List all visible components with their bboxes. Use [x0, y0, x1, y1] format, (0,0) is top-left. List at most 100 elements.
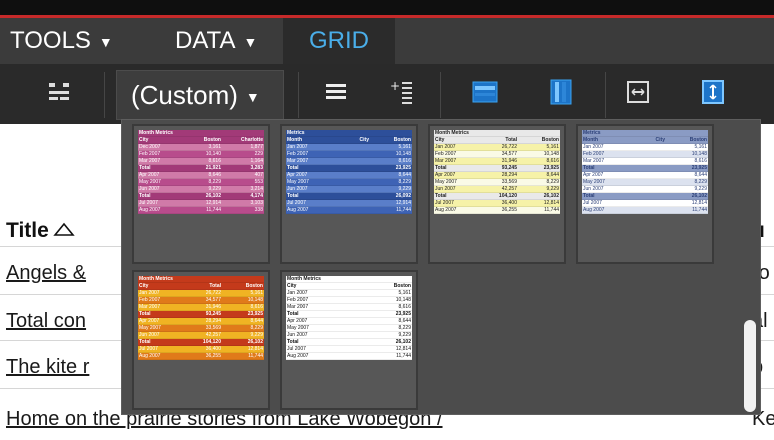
thumbnail-row: Feb 2007 10,148 [286, 151, 412, 158]
thumbnail-cell [624, 179, 666, 185]
thumbnail-row: Month Metrics [434, 130, 560, 137]
thumbnail-cell: May 2007 [287, 325, 309, 331]
thumbnail-cell: Month [583, 137, 598, 143]
thumbnail-cell: 31,946 [501, 158, 517, 164]
thumbnail-cell: Dec 2007 [139, 144, 161, 150]
thumbnail-cell: Apr 2007 [583, 172, 604, 178]
title-link[interactable]: Total con [6, 310, 86, 333]
style-thumbnail-orange[interactable]: Month Metrics City Total Boston Jan 2007 26,7… [132, 270, 270, 410]
thumbnail-cell: Jan 2007 [435, 144, 456, 150]
style-thumbnail-magenta[interactable]: Month Metrics City Boston Charlotte Dec 2007… [132, 124, 270, 264]
thumbnail-cell: 5,161 [546, 144, 559, 150]
thumbnail-cell: Month Metrics [287, 276, 321, 282]
menu-tools[interactable]: TOOLS ▼ [10, 18, 113, 64]
thumbnail-cell: 9,229 [398, 332, 411, 338]
title-link[interactable]: Angels & [6, 262, 86, 285]
thumbnail-cell: 10,148 [395, 151, 411, 157]
thumbnail-cell: Jan 2007 [139, 290, 160, 296]
thumbnail-cell [624, 165, 666, 171]
outline-rows-icon[interactable] [323, 78, 349, 106]
thumbnail-cell: 8,616 [694, 158, 707, 164]
thumbnail-cell: Feb 2007 [139, 151, 161, 157]
thumbnail-cell: 3,283 [250, 165, 263, 171]
sort-ascending-icon[interactable] [53, 219, 75, 243]
thumbnail-cell [518, 130, 560, 136]
thumbnail-row: Feb 2007 34,577 10,148 [434, 151, 560, 158]
thumbnail-cell: 8,616 [398, 304, 411, 310]
thumbnail-row: Jan 2007 5,161 [286, 144, 412, 151]
fit-to-content-icon[interactable] [625, 78, 651, 106]
thumbnail-cell: 42,257 [501, 186, 517, 192]
thumbnail-row: Aug 2007 11,744 338 [138, 207, 264, 214]
thumbnail-cell [328, 311, 370, 317]
thumbnail-cell: 9,229 [398, 186, 411, 192]
banding-columns-icon[interactable] [548, 78, 574, 106]
thumbnail-cell: Total [583, 193, 595, 199]
grid-layout-icon[interactable] [46, 78, 72, 106]
thumbnail-cell: Boston [393, 137, 411, 143]
thumbnail-cell [624, 193, 666, 199]
thumbnail-cell: 28,294 [205, 318, 221, 324]
thumbnail-cell: City [139, 137, 149, 143]
thumbnail-cell: Total [209, 283, 221, 289]
title-link[interactable]: The kite r [6, 356, 89, 379]
thumbnail-cell: 12,914 [205, 200, 221, 206]
thumbnail-cell [328, 207, 370, 213]
column-header-title[interactable]: Title [6, 219, 75, 243]
thumbnail-cell: 104,120 [498, 193, 517, 199]
menu-grid[interactable]: GRID [283, 18, 395, 64]
thumbnail-cell [328, 353, 370, 359]
thumbnail-row: Aug 2007 11,744 [286, 353, 412, 360]
thumbnail-row: Aug 2007 36,255 11,744 [138, 353, 264, 360]
thumbnail-cell: 8,616 [398, 158, 411, 164]
thumbnail-cell: 8,644 [546, 172, 559, 178]
thumbnail-row: Jun 2007 9,229 3,214 [138, 186, 264, 193]
fit-to-window-icon[interactable] [700, 78, 726, 106]
thumbnail-row: City Boston [286, 283, 412, 290]
thumbnail-cell [328, 276, 370, 282]
thumbnail-row: Mar 2007 8,616 1,164 [138, 158, 264, 165]
add-subtotal-icon[interactable]: + [390, 78, 416, 106]
thumbnail-row: Jun 2007 9,229 [286, 332, 412, 339]
style-thumbnail-yellow[interactable]: Month Metrics City Total Boston Jan 2007 26,7… [428, 124, 566, 264]
gallery-scrollbar[interactable] [744, 320, 756, 412]
thumbnail-cell: 23,925 [395, 311, 411, 317]
thumbnail-cell: 34,577 [501, 151, 517, 157]
thumbnail-cell [624, 207, 666, 213]
thumbnail-cell: 8,229 [694, 179, 707, 185]
thumbnail-row: Jun 2007 42,257 9,229 [138, 332, 264, 339]
thumbnail-cell: 23,925 [691, 165, 707, 171]
thumbnail-cell [222, 276, 264, 282]
thumbnail-cell: Month Metrics [435, 130, 469, 136]
menu-data-label: DATA [175, 27, 236, 54]
style-thumbnail-blue[interactable]: Metrics Month City Boston Jan 2007 5,161 Feb 2… [280, 124, 418, 264]
thumbnail-row: Apr 2007 28,294 8,644 [434, 172, 560, 179]
thumbnail-row: Jun 2007 42,257 9,229 [434, 186, 560, 193]
thumbnail-preview: Month Metrics City Boston Charlotte Dec 2007… [138, 130, 264, 258]
thumbnail-preview: Metrics Month City Boston Jan 2007 5,161 Feb 2… [582, 130, 708, 258]
thumbnail-row: Aug 2007 11,744 [582, 207, 708, 214]
thumbnail-cell: 10,148 [543, 151, 559, 157]
thumbnail-cell: 1,877 [250, 144, 263, 150]
thumbnail-row: Apr 2007 8,644 [582, 172, 708, 179]
thumbnail-cell: Total [139, 165, 151, 171]
thumbnail-cell: 21,921 [205, 165, 221, 171]
thumbnail-cell: 8,229 [546, 179, 559, 185]
thumbnail-row: Mar 2007 8,616 [286, 158, 412, 165]
thumbnail-cell: 11,744 [692, 207, 707, 213]
menu-data[interactable]: DATA ▼ [175, 18, 257, 64]
thumbnail-row: Mar 2007 8,616 [582, 158, 708, 165]
thumbnail-cell: 8,644 [250, 318, 263, 324]
thumbnail-cell: Metrics [287, 130, 305, 136]
thumbnail-cell: 10,148 [691, 151, 707, 157]
thumbnail-cell [328, 304, 370, 310]
banding-rows-icon[interactable] [472, 78, 498, 106]
style-thumbnail-plain[interactable]: Month Metrics City Boston Jan 2007 5,161 Feb … [280, 270, 418, 410]
thumbnail-preview: Month Metrics City Total Boston Jan 2007 26,7… [434, 130, 560, 258]
thumbnail-cell [328, 325, 370, 331]
thumbnail-cell: 31,946 [205, 304, 221, 310]
style-thumbnail-grey-blue[interactable]: Metrics Month City Boston Jan 2007 5,161 Feb 2… [576, 124, 714, 264]
toolbar-separator [605, 72, 606, 118]
thumbnail-cell: Total [287, 193, 299, 199]
grid-style-select[interactable]: (Custom) ▼ [116, 70, 284, 120]
